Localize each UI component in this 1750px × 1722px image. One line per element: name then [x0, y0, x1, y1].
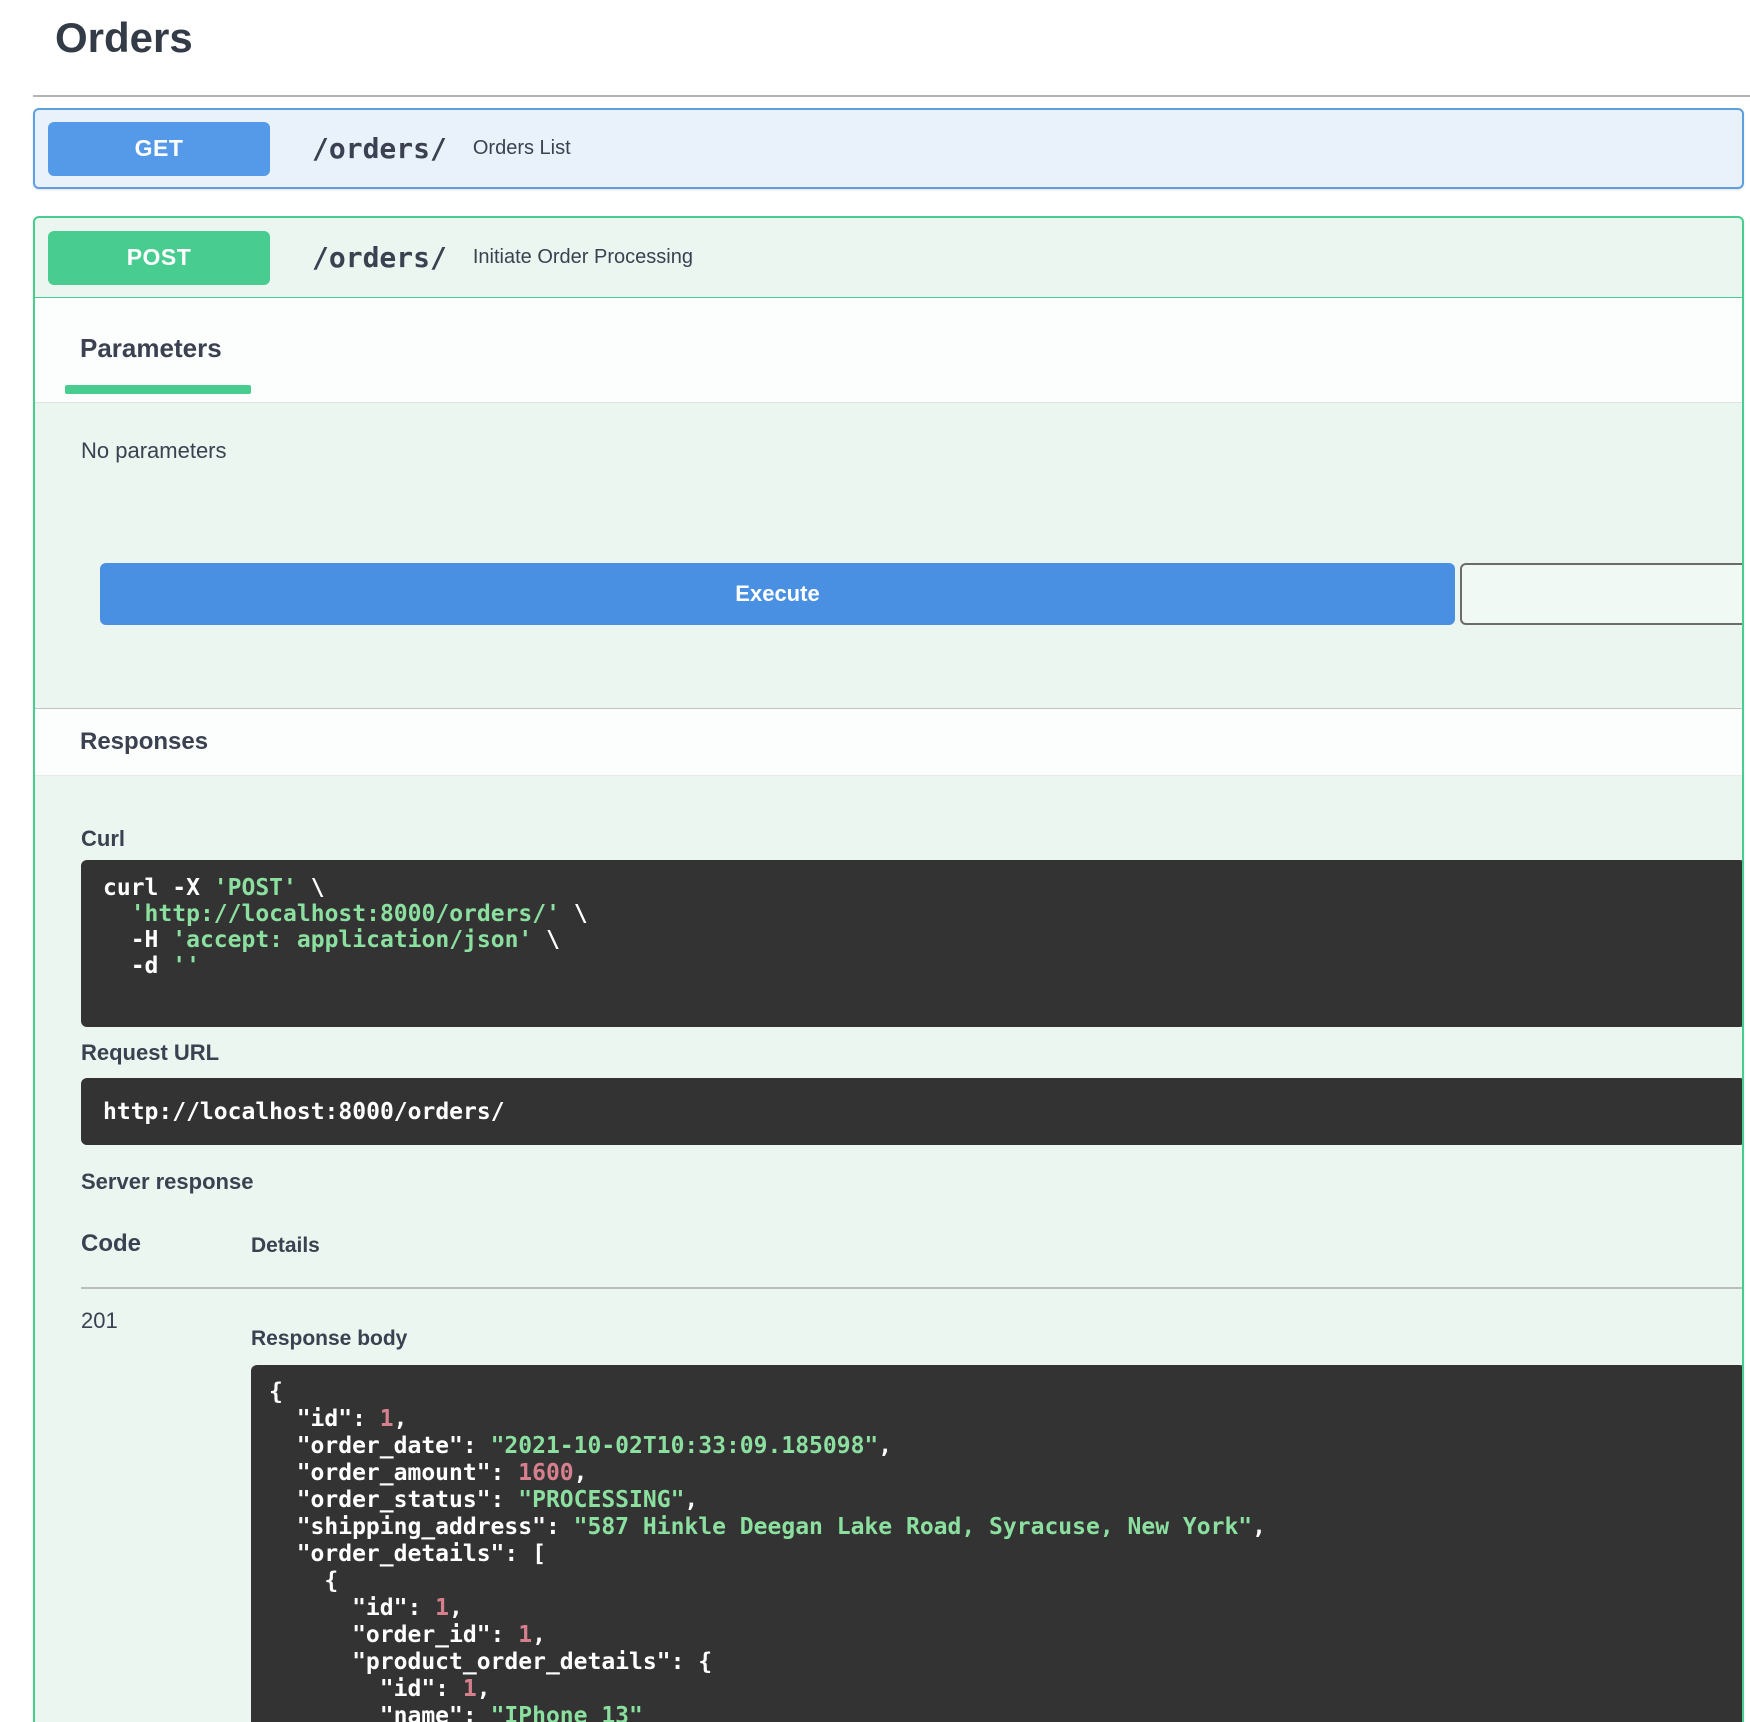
- tab-parameters[interactable]: Parameters: [80, 333, 222, 364]
- get-endpoint-summary: Orders List: [472, 137, 571, 159]
- post-method-badge: POST: [48, 230, 270, 285]
- get-endpoint-path: /orders/: [312, 132, 447, 165]
- no-parameters-text: No parameters: [81, 438, 227, 463]
- parameters-section-header: Parameters: [35, 298, 1742, 403]
- request-url-value: http://localhost:8000/orders/: [81, 1078, 1742, 1145]
- endpoint-get-orders[interactable]: GET /orders/ Orders List: [33, 108, 1744, 189]
- response-body-label: Response body: [251, 1327, 408, 1350]
- endpoint-post-orders: POST /orders/ Initiate Order Processing …: [33, 216, 1744, 1722]
- code-column-header: Code: [81, 1230, 141, 1257]
- active-tab-indicator: [65, 385, 251, 394]
- details-column-header: Details: [251, 1234, 320, 1257]
- response-body-json: { "id": 1, "order_date": "2021-10-02T10:…: [251, 1365, 1742, 1722]
- request-url-label: Request URL: [81, 1040, 220, 1065]
- swagger-orders-page: Orders GET /orders/ Orders List POST /or…: [0, 0, 1750, 1722]
- page-title: Orders: [55, 14, 193, 61]
- post-endpoint-summary: Initiate Order Processing: [472, 246, 693, 268]
- execute-button[interactable]: Execute: [100, 563, 1455, 625]
- responses-section-header: Responses: [35, 708, 1742, 776]
- server-response-label: Server response: [81, 1169, 254, 1194]
- section-divider: [33, 95, 1750, 97]
- request-url-text: http://localhost:8000/orders/: [103, 1098, 505, 1125]
- get-method-badge: GET: [48, 121, 270, 176]
- curl-label: Curl: [81, 826, 125, 851]
- clear-button[interactable]: [1460, 563, 1742, 625]
- response-status-code: 201: [81, 1308, 118, 1333]
- curl-command[interactable]: curl -X 'POST' \ 'http://localhost:8000/…: [81, 860, 1742, 1027]
- response-table-divider: [81, 1287, 1742, 1289]
- responses-title: Responses: [80, 728, 209, 755]
- post-endpoint-path: /orders/: [312, 241, 447, 274]
- post-endpoint-header[interactable]: POST /orders/ Initiate Order Processing: [35, 218, 1742, 298]
